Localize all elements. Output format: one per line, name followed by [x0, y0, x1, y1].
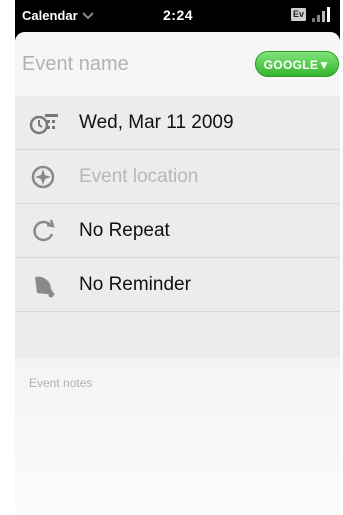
repeat-icon [33, 219, 55, 242]
clock-calendar-icon [29, 114, 58, 135]
notes-area [15, 358, 340, 515]
event-name-row: GOOGLE▼ [15, 32, 340, 97]
event-repeat: No Repeat [79, 220, 170, 241]
reminder-row[interactable]: No Reminder [15, 258, 340, 312]
date-row[interactable]: Wed, Mar 11 2009 [15, 96, 340, 150]
event-details-group: Wed, Mar 11 2009 Event location No Repea… [15, 96, 340, 359]
clock: 2:24 [163, 7, 194, 23]
signal-bars-icon [312, 7, 330, 22]
location-row[interactable]: Event location [15, 150, 340, 204]
compass-icon [31, 165, 55, 189]
status-bar: Calendar 2:24 Ev [15, 0, 340, 34]
event-editor-card: GOOGLE▼ Wed, Mar 11 2009 [15, 32, 340, 515]
event-location-field[interactable]: Event location [79, 166, 198, 188]
calendar-select-button[interactable]: GOOGLE▼ [255, 51, 339, 77]
screen: Calendar 2:24 Ev GOOGLE▼ [15, 0, 340, 515]
network-badge: Ev [291, 8, 306, 21]
app-name: Calendar [22, 8, 78, 23]
bell-icon [35, 276, 55, 298]
event-notes-field[interactable] [27, 374, 331, 508]
event-date: Wed, Mar 11 2009 [79, 112, 234, 133]
event-name-input[interactable] [20, 45, 254, 83]
chevron-down-icon [81, 12, 94, 19]
event-reminder: No Reminder [79, 274, 191, 295]
app-menu-button[interactable]: Calendar [22, 8, 94, 23]
repeat-row[interactable]: No Repeat [15, 204, 340, 258]
device-frame: Calendar 2:24 Ev GOOGLE▼ [0, 0, 343, 515]
